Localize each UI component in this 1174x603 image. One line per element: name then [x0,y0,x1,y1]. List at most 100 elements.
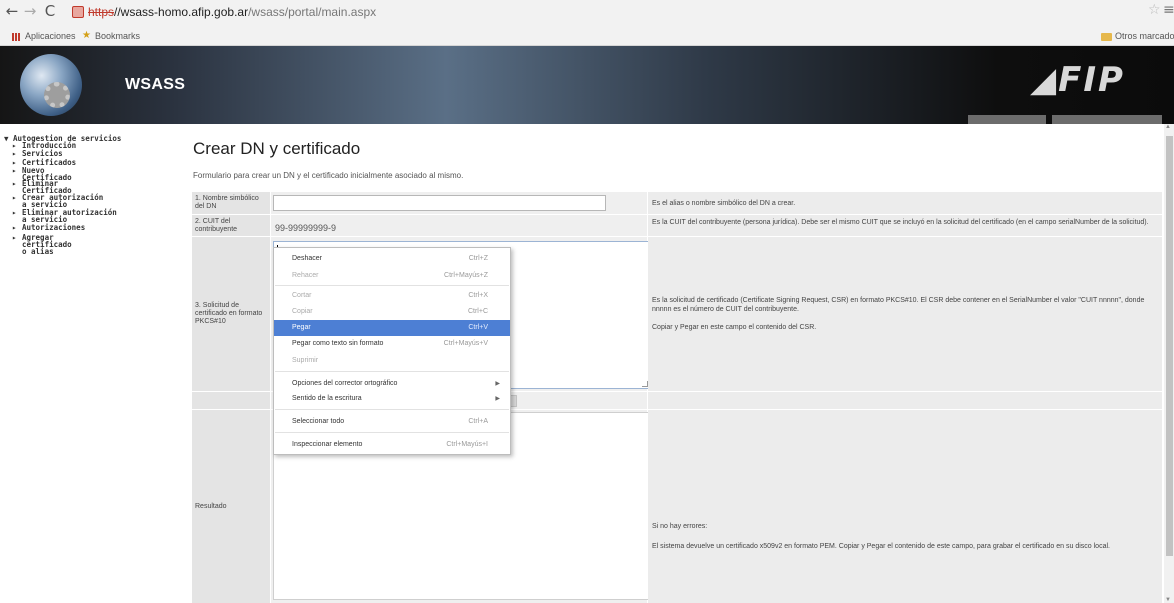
result-help: Si no hay errores: El sistema devuelve u… [648,410,1162,603]
menu-item-shortcut: Ctrl+A [468,418,488,425]
menu-item-1: Rehacer Ctrl+Mayús+Z [274,268,510,284]
menu-item-shortcut: Ctrl+C [467,308,488,315]
bookmark-other[interactable]: Otros marcadores [1115,27,1174,45]
alias-input[interactable] [273,195,606,211]
alias-input-cell [270,192,648,214]
sidebar-item-label: Crear autorización a servicio [22,194,103,209]
sidebar-item-label: Certificados [22,158,77,167]
alias-row: 1. Nombre simbólico del DN Es el alias o… [192,192,1162,215]
context-menu: Deshacer Ctrl+Z Rehacer Ctrl+Mayús+Z Cortar C… [273,247,511,455]
submenu-arrow-icon: ▶ [495,395,500,402]
triangle-right-icon: ▸ [12,158,17,167]
menu-separator [275,371,509,372]
sidebar-item-line: Certificados [22,158,77,167]
menu-item-5[interactable]: Pegar como texto sin formato Ctrl+Mayús+V [274,336,510,352]
cuit-row: 2. CUIT del contribuyente 99-99999999-9 … [192,215,1162,237]
menu-item-label: Copiar [292,308,313,315]
sidebar: ▼ Autogestion de servicios ▸ Introducción… [0,130,185,603]
csr-help: Es la solicitud de certificado (Certific… [648,237,1162,391]
sidebar-item-line: a servicio [22,200,68,209]
csr-label-text: 3. Solicitud de certificado en formato P… [195,302,263,325]
bookmark-star-icon[interactable]: ☆ [1148,2,1161,18]
sidebar-item-line: Servicios [22,149,63,158]
triangle-right-icon: ▸ [12,208,17,217]
menu-item-label: Pegar [292,324,311,331]
sidebar-item-label: Eliminar Certificado [22,180,72,195]
menu-separator [275,432,509,433]
apps-grid-icon[interactable] [12,33,21,41]
user-button[interactable] [1052,115,1162,124]
scroll-thumb[interactable] [1166,136,1173,556]
menu-icon[interactable]: ≡ [1163,2,1174,18]
gear-icon [44,82,70,108]
forward-arrow-icon[interactable]: → [22,3,38,19]
bookmark-star-icon: ★ [82,30,91,41]
submit-label-cell [192,392,270,409]
menu-item-label: Opciones del corrector ortográfico [292,380,398,387]
menu-item-shortcut: Ctrl+X [468,292,488,299]
menu-item-label: Seleccionar todo [292,418,345,425]
reload-icon[interactable]: C [42,3,58,19]
bookmark-apps[interactable]: Aplicaciones [25,27,76,45]
menu-item-shortcut: Ctrl+Mayús+I [446,441,488,448]
menu-item-label: Pegar como texto sin formato [292,340,384,347]
sidebar-item-line: Autorizaciones [22,223,86,232]
sidebar-item-label: Autorizaciones [22,223,86,232]
menu-item-10[interactable]: Inspeccionar elemento Ctrl+Mayús+I [274,437,510,453]
menu-item-8[interactable]: Sentido de la escritura ▶ [274,391,510,407]
submenu-arrow-icon: ▶ [495,380,500,387]
triangle-right-icon: ▸ [12,149,17,158]
folder-icon [1101,33,1112,41]
sidebar-item-label: Introducción [22,141,77,150]
back-arrow-icon[interactable]: ← [4,3,20,19]
csr-help-p1: Es la solicitud de certificado (Certific… [652,297,1145,313]
menu-item-shortcut: Ctrl+Mayús+Z [444,272,488,279]
logout-button[interactable] [968,115,1046,124]
submit-help-cell [648,392,1162,409]
alias-label: 1. Nombre simbólico del DN [192,192,270,214]
sidebar-item-line: Introducción [22,141,77,150]
menu-item-label: Deshacer [292,255,322,262]
menu-item-label: Suprimir [292,357,319,364]
page-scrollbar[interactable]: ▲ ▼ [1164,124,1174,603]
menu-item-6: Suprimir [274,353,510,369]
insecure-lock-icon[interactable] [72,6,84,18]
alias-help: Es el alias o nombre simbólico del DN a … [648,192,1162,214]
menu-item-7[interactable]: Opciones del corrector ortográfico ▶ [274,376,510,392]
menu-separator [275,409,509,410]
csr-help-p2: Copiar y Pegar en este campo el contenid… [652,324,817,331]
menu-item-label: Inspeccionar elemento [292,441,363,448]
menu-item-shortcut: Ctrl+Z [468,255,488,262]
menu-item-label: Sentido de la escritura [292,395,362,402]
scroll-down-icon[interactable]: ▼ [1165,597,1171,603]
url-path: /wsass/portal/main.aspx [248,5,377,19]
address-bar[interactable]: https//wsass-homo.afip.gob.ar/wsass/port… [88,3,1148,21]
site-header: WSASS ◢FIP [0,46,1174,124]
cuit-value: 99-99999999-9 [275,223,337,233]
browser-toolbar: ← → C https//wsass-homo.afip.gob.ar/wsas… [0,0,1174,46]
cuit-help: Es la CUIT del contribuyente (persona ju… [648,215,1162,236]
result-help-p2: El sistema devuelve un certificado x509v… [652,543,1110,550]
menu-item-2: Cortar Ctrl+X [274,288,510,304]
scroll-up-icon[interactable]: ▲ [1165,124,1171,130]
triangle-right-icon: ▸ [12,233,17,242]
url-scheme: https [88,5,115,19]
menu-separator [275,285,509,286]
menu-item-4[interactable]: Pegar Ctrl+V [274,320,510,336]
menu-item-0[interactable]: Deshacer Ctrl+Z [274,251,510,267]
menu-item-9[interactable]: Seleccionar todo Ctrl+A [274,414,510,430]
sidebar-item-line: a servicio [22,215,68,224]
sidebar-item-label: Agregar certificado o alias [22,234,72,256]
afip-logo: ◢FIP [1030,60,1125,100]
menu-item-shortcut: Ctrl+Mayús+V [443,340,488,347]
result-help-p1: Si no hay errores: [652,523,708,530]
triangle-right-icon: ▸ [12,166,17,175]
triangle-right-icon: ▸ [12,223,17,232]
page-subtitle: Formulario para crear un DN y el certifi… [193,171,464,180]
triangle-right-icon: ▸ [12,193,17,202]
triangle-right-icon: ▸ [12,179,17,188]
bookmark-bookmarks[interactable]: Bookmarks [95,27,140,45]
cuit-cell: 99-99999999-9 [270,215,648,236]
sidebar-item-label: Eliminar autorización a servicio [22,209,117,224]
menu-item-shortcut: Ctrl+V [468,324,488,331]
